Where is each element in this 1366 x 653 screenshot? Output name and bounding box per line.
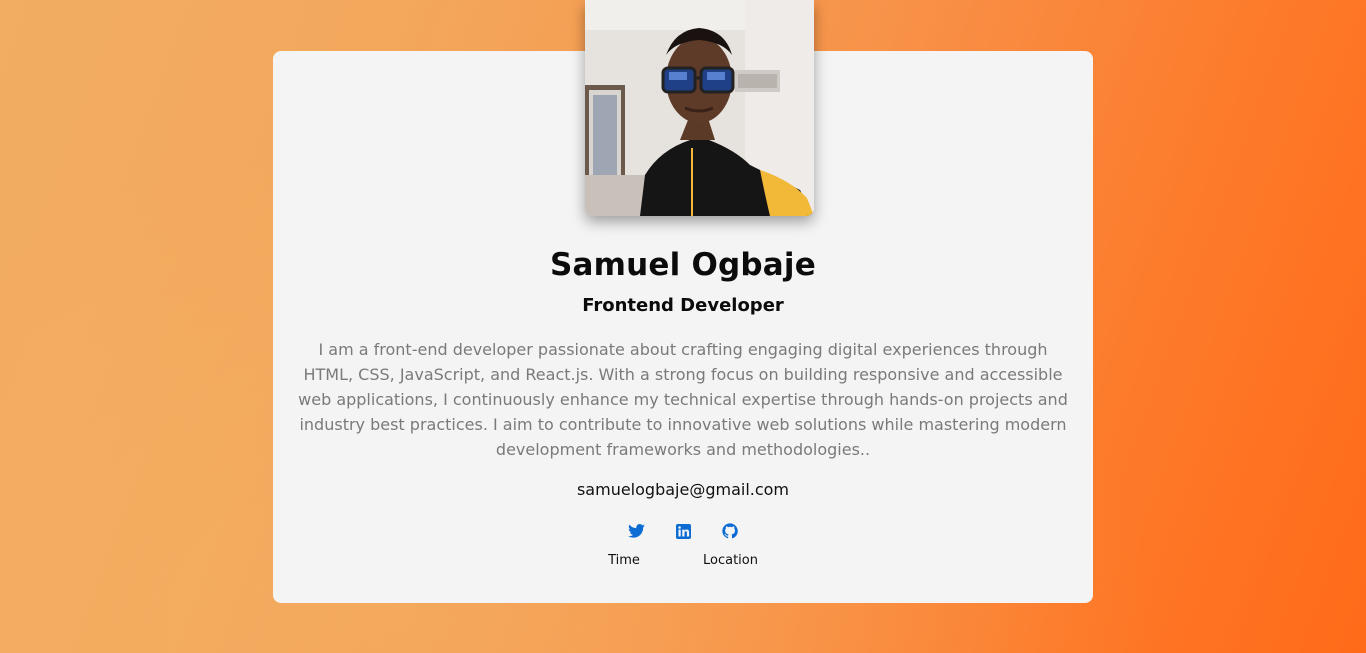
linkedin-link[interactable]: [673, 521, 693, 541]
twitter-icon: [627, 524, 645, 538]
profile-bio: I am a front-end developer passionate ab…: [298, 340, 1068, 459]
profile-role: Frontend Developer: [582, 295, 784, 316]
profile-email[interactable]: samuelogbaje@gmail.com: [273, 480, 1093, 499]
location-label: Location: [703, 553, 758, 568]
twitter-link[interactable]: [626, 521, 646, 541]
profile-photo: [585, 0, 814, 216]
time-label: Time: [608, 553, 640, 568]
profile-name: Samuel Ogbaje: [550, 247, 816, 283]
github-link[interactable]: [720, 521, 740, 541]
github-icon: [722, 523, 738, 539]
linkedin-icon: [675, 523, 691, 539]
